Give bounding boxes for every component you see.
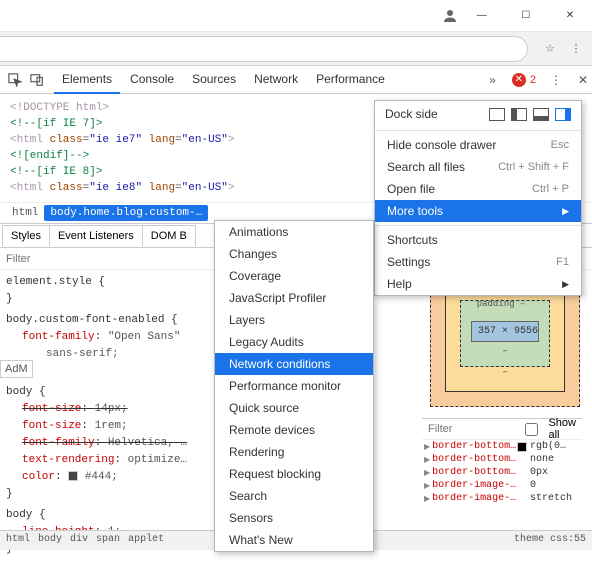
devtools-toolbar: Elements Console Sources Network Perform… <box>0 66 592 94</box>
submenu-item[interactable]: Performance monitor <box>215 375 373 397</box>
computed-row[interactable]: ▶border-bottom…none <box>422 453 582 466</box>
submenu-item[interactable]: Request blocking <box>215 463 373 485</box>
profile-icon[interactable] <box>440 6 460 26</box>
menu-shortcuts[interactable]: Shortcuts <box>375 229 581 251</box>
tab-event-listeners[interactable]: Event Listeners <box>49 225 143 246</box>
tab-network[interactable]: Network <box>246 66 306 94</box>
dock-left-icon[interactable] <box>511 108 527 121</box>
more-tabs-icon[interactable]: » <box>489 73 496 87</box>
bc-item[interactable]: body <box>38 534 62 547</box>
computed-row[interactable]: ▶border-bottom…0px <box>422 466 582 479</box>
submenu-item[interactable]: Quick source <box>215 397 373 419</box>
maximize-button[interactable]: ☐ <box>504 1 548 31</box>
submenu-item[interactable]: Search <box>215 485 373 507</box>
menu-open-file[interactable]: Open fileCtrl + P <box>375 178 581 200</box>
minimize-button[interactable]: — <box>460 1 504 31</box>
browser-menu-icon[interactable]: ⋮ <box>566 39 586 59</box>
dock-side-label: Dock side <box>385 107 438 121</box>
computed-row[interactable]: ▶border-bottom…rgb(0… <box>422 440 582 453</box>
show-all-checkbox[interactable] <box>518 423 545 436</box>
menu-settings[interactable]: SettingsF1 <box>375 251 581 273</box>
menu-hide-drawer[interactable]: Hide console drawerEsc <box>375 134 581 156</box>
box-padding-label: padding – <box>467 299 535 309</box>
computed-row[interactable]: ▶border-image-…0 <box>422 479 582 492</box>
bc-item[interactable]: div <box>70 534 88 547</box>
box-dash: – <box>471 346 539 356</box>
submenu-item[interactable]: JavaScript Profiler <box>215 287 373 309</box>
color-swatch[interactable] <box>68 471 78 481</box>
menu-more-tools[interactable]: More tools▶ <box>375 200 581 222</box>
tab-console[interactable]: Console <box>122 66 182 94</box>
dock-right-icon[interactable] <box>555 108 571 121</box>
crumb-html[interactable]: html <box>6 205 44 221</box>
window-titlebar: — ☐ ✕ <box>0 0 592 32</box>
close-button[interactable]: ✕ <box>548 1 592 31</box>
tab-dom-breakpoints[interactable]: DOM B <box>142 225 196 246</box>
toolbar-row: ☆ ⋮ <box>0 32 592 66</box>
bookmark-star-icon[interactable]: ☆ <box>540 39 560 59</box>
box-dash: – <box>460 367 550 377</box>
error-badge-icon[interactable]: ✕ <box>512 73 526 87</box>
submenu-item[interactable]: What's New <box>215 529 373 551</box>
dock-undock-icon[interactable] <box>489 108 505 121</box>
submenu-item[interactable]: Rendering <box>215 441 373 463</box>
error-count[interactable]: 2 <box>530 74 536 86</box>
device-toggle-icon[interactable] <box>26 73 48 87</box>
devtools-menu-icon[interactable]: ⋮ <box>550 73 562 87</box>
menu-search-all[interactable]: Search all filesCtrl + Shift + F <box>375 156 581 178</box>
computed-filter-input[interactable] <box>422 423 482 435</box>
submenu-item[interactable]: Remote devices <box>215 419 373 441</box>
submenu-item[interactable]: Layers <box>215 309 373 331</box>
more-tools-submenu: AnimationsChangesCoverageJavaScript Prof… <box>214 220 374 552</box>
computed-row[interactable]: ▶border-image-…stretch <box>422 492 582 505</box>
bc-item[interactable]: span <box>96 534 120 547</box>
bc-item[interactable]: applet <box>128 534 164 547</box>
tab-styles[interactable]: Styles <box>2 225 50 246</box>
submenu-item[interactable]: Coverage <box>215 265 373 287</box>
submenu-item[interactable]: Legacy Audits <box>215 331 373 353</box>
devtools-main-menu: Dock side Hide console drawerEsc Search … <box>374 100 582 296</box>
box-content-size: 357 × 9556 <box>471 321 539 342</box>
dock-bottom-icon[interactable] <box>533 108 549 121</box>
tab-sources[interactable]: Sources <box>184 66 244 94</box>
crumb-body[interactable]: body.home.blog.custom-… <box>44 205 208 221</box>
tab-performance[interactable]: Performance <box>308 66 393 94</box>
devtools-close-icon[interactable]: ✕ <box>578 73 588 87</box>
bc-item[interactable]: html <box>6 534 30 547</box>
submenu-item[interactable]: Animations <box>215 221 373 243</box>
bc-source[interactable]: theme css:55 <box>514 534 586 547</box>
submenu-item[interactable]: Sensors <box>215 507 373 529</box>
submenu-item[interactable]: Changes <box>215 243 373 265</box>
tab-elements[interactable]: Elements <box>54 66 120 94</box>
devtools-tabs: Elements Console Sources Network Perform… <box>54 66 393 94</box>
inspect-icon[interactable] <box>4 73 26 87</box>
ad-label: AdM <box>0 360 33 378</box>
address-bar[interactable] <box>0 36 528 62</box>
menu-help[interactable]: Help▶ <box>375 273 581 295</box>
computed-pane: Show all ▶border-bottom…rgb(0…▶border-bo… <box>422 418 582 505</box>
submenu-item[interactable]: Network conditions <box>215 353 373 375</box>
show-all-label: Show all <box>548 417 576 441</box>
